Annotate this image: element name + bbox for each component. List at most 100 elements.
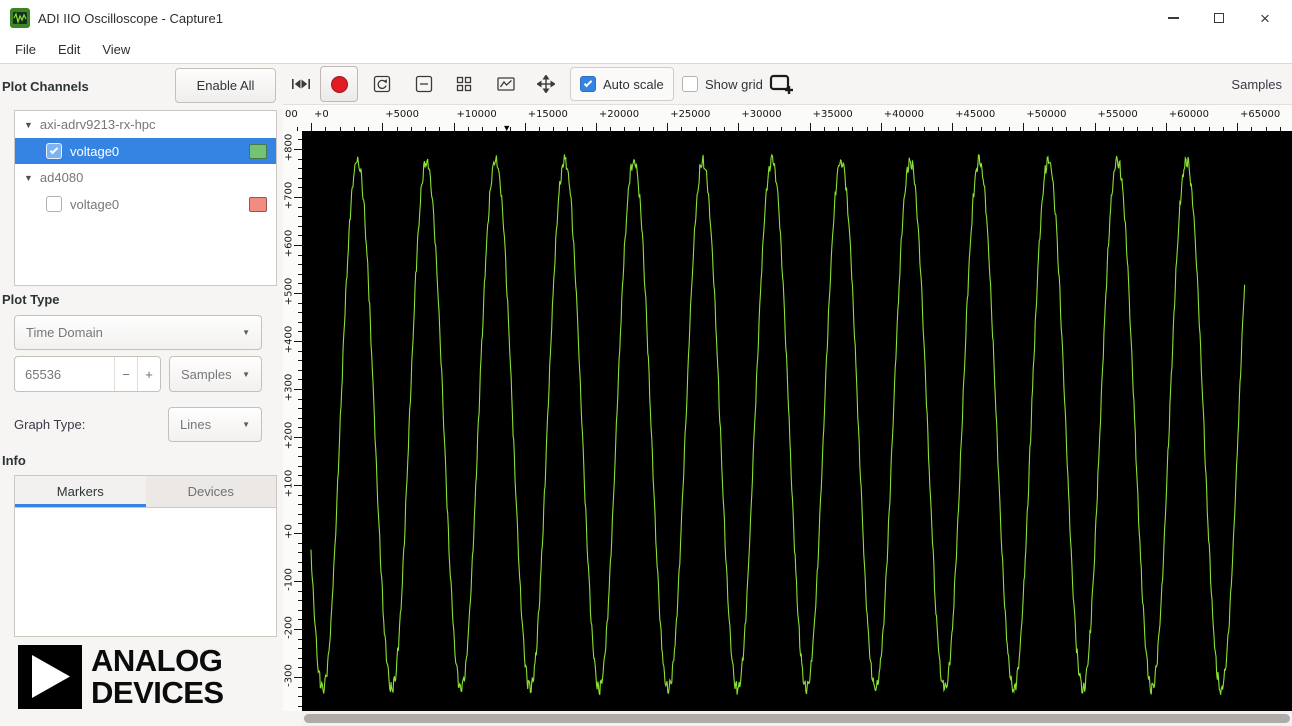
app-icon	[10, 8, 30, 28]
show-grid-label: Show grid	[705, 76, 763, 92]
auto-scale-checkbox[interactable]: Auto scale	[570, 67, 674, 101]
maximize-button[interactable]	[1196, 0, 1242, 36]
tab-devices[interactable]: Devices	[146, 476, 277, 507]
plot-type-select[interactable]: Time Domain ▼	[14, 315, 262, 350]
ruler-label: +600	[283, 229, 295, 258]
ruler-tick	[294, 677, 302, 678]
zoom-restore-icon	[373, 75, 391, 93]
plot-type-label: Plot Type	[2, 292, 60, 307]
ruler-tick	[1237, 123, 1238, 131]
ruler-label: 00	[285, 109, 298, 120]
channel-row[interactable]: voltage0	[15, 191, 276, 217]
increment-button[interactable]: +	[137, 357, 160, 391]
channel-name: voltage0	[70, 196, 120, 212]
waveform-svg	[310, 153, 1246, 696]
ruler-tick	[453, 123, 455, 131]
window-title: ADI IIO Oscilloscope - Capture1	[38, 10, 223, 26]
ruler-label: +400	[283, 325, 295, 354]
ruler-label: -200	[283, 616, 295, 639]
ruler-label: +500	[283, 277, 295, 306]
ruler-label: +50000	[1026, 109, 1067, 120]
chevron-down-icon: ▼	[242, 328, 250, 337]
ruler-tick	[952, 123, 954, 131]
auto-scale-check-icon	[580, 76, 596, 92]
channel-checkbox[interactable]	[46, 143, 62, 159]
plot-channels-label: Plot Channels	[2, 79, 89, 94]
markers-panel	[15, 508, 276, 636]
ruler-label: +200	[283, 421, 295, 450]
sample-count-value[interactable]: 65536	[15, 357, 114, 391]
ruler-tick	[294, 533, 302, 534]
ruler-label: +55000	[1097, 109, 1138, 120]
ruler-label: +800	[283, 133, 295, 162]
tab-markers[interactable]: Markers	[15, 476, 146, 507]
device-name: ad4080	[39, 170, 84, 185]
titlebar: ADI IIO Oscilloscope - Capture1 ×	[0, 0, 1292, 36]
decrement-button[interactable]: −	[114, 357, 137, 391]
ruler-label: +40000	[883, 109, 924, 120]
info-label: Info	[2, 453, 26, 468]
media-seek-button[interactable]	[286, 66, 316, 102]
expander-icon[interactable]: ▼	[24, 173, 33, 183]
check-icon	[49, 145, 59, 155]
plot-area[interactable]	[302, 131, 1292, 711]
ruler-tick	[524, 123, 526, 131]
new-plot-button[interactable]	[764, 66, 798, 102]
ruler-tick	[595, 123, 597, 131]
graph-type-select[interactable]: Lines ▼	[168, 407, 262, 442]
units-value: Samples	[181, 366, 232, 382]
close-icon: ×	[1260, 8, 1270, 28]
capture-button[interactable]	[320, 66, 358, 102]
new-plot-icon	[769, 74, 793, 94]
enable-all-button[interactable]: Enable All	[175, 68, 276, 103]
ruler-tick	[667, 123, 669, 131]
ruler-tick	[738, 123, 740, 131]
ruler-label: -300	[283, 664, 295, 687]
ruler-label: +700	[283, 181, 295, 210]
ruler-tick	[294, 293, 302, 294]
channel-color-swatch[interactable]	[249, 196, 267, 212]
scrollbar-thumb[interactable]	[304, 714, 1290, 723]
analog-devices-logo: ANALOG DEVICES	[18, 645, 224, 709]
ruler-tick	[294, 581, 302, 582]
units-select[interactable]: Samples ▼	[169, 356, 262, 392]
menu-file[interactable]: File	[4, 37, 47, 62]
zoom-restore-button[interactable]	[364, 66, 400, 102]
maximize-icon	[1214, 13, 1224, 23]
ruler-tick	[1094, 123, 1096, 131]
grid-view-icon	[456, 76, 472, 92]
menu-view[interactable]: View	[91, 37, 141, 62]
move-button[interactable]	[528, 66, 564, 102]
channel-color-swatch[interactable]	[249, 143, 267, 159]
ruler-label: +20000	[598, 109, 640, 120]
channel-row[interactable]: voltage0	[15, 138, 276, 164]
ruler-label: +0	[283, 524, 295, 539]
media-seek-icon	[292, 79, 310, 89]
close-button[interactable]: ×	[1242, 0, 1288, 36]
zoom-out-button[interactable]	[406, 66, 442, 102]
ruler-tick	[294, 197, 302, 198]
show-grid-checkbox[interactable]: Show grid	[673, 67, 772, 101]
auto-scale-label: Auto scale	[603, 76, 664, 92]
channel-tree: ▼ axi-adrv9213-rx-hpc voltage0 ▼ ad4080 …	[14, 110, 277, 286]
ruler-label: +30000	[741, 109, 782, 120]
channel-checkbox[interactable]	[46, 196, 62, 212]
ruler-label: +35000	[812, 109, 853, 120]
grid-view-button[interactable]	[446, 66, 482, 102]
graph-type-label: Graph Type:	[14, 417, 86, 432]
menu-edit[interactable]: Edit	[47, 37, 91, 62]
ruler-marker-icon: ▼	[502, 123, 512, 132]
ruler-tick	[880, 123, 882, 131]
device-row[interactable]: ▼ axi-adrv9213-rx-hpc	[15, 111, 276, 138]
minimize-button[interactable]	[1150, 0, 1196, 36]
expander-icon[interactable]: ▼	[24, 120, 33, 130]
sample-count-spinner[interactable]: 65536 − +	[14, 356, 161, 392]
ruler-label: +100	[283, 469, 295, 498]
device-row[interactable]: ▼ ad4080	[15, 164, 276, 191]
snapshot-button[interactable]	[488, 66, 524, 102]
horizontal-scrollbar[interactable]	[302, 711, 1292, 726]
ruler-label: -100	[283, 568, 295, 591]
chevron-down-icon: ▼	[242, 369, 250, 379]
ruler-tick	[1023, 123, 1025, 131]
chevron-down-icon: ▼	[242, 420, 250, 429]
